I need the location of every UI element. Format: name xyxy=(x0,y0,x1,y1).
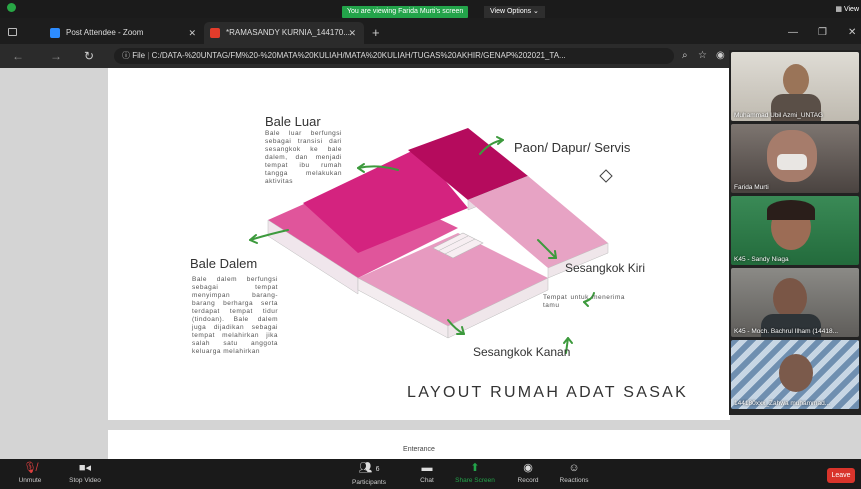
stop-video-button[interactable]: ■◂ Stop Video xyxy=(60,461,110,484)
new-tab-icon[interactable]: + xyxy=(372,22,380,44)
close-icon[interactable]: ✕ xyxy=(348,22,356,44)
record-button[interactable]: ◉ Record xyxy=(508,461,548,484)
security-shield-icon[interactable] xyxy=(7,3,16,12)
avatar xyxy=(783,64,809,96)
paon-title: Paon/ Dapur/ Servis xyxy=(514,140,631,155)
tab-pdf-document[interactable]: *RAMASANDY KURNIA_144170... ✕ xyxy=(204,22,364,44)
pdf-favicon-icon xyxy=(210,28,220,38)
chat-icon: ▬ xyxy=(421,462,433,474)
sesangkok-kiri-description: Tempat untuk menerima tamu xyxy=(543,294,625,309)
view-grid-icon: ▦ xyxy=(835,6,844,13)
pdf-page-2: Enterance xyxy=(108,430,730,459)
share-screen-icon: ⬆ xyxy=(470,462,480,474)
record-icon: ◉ xyxy=(523,462,533,474)
view-options-button[interactable]: View Options ⌄ xyxy=(484,6,545,18)
video-tile[interactable]: Farida Murti xyxy=(731,124,859,193)
video-tile[interactable]: K45 - Moch. Bachrul Ilham (14418... xyxy=(731,268,859,337)
extension-icon[interactable]: ◉ xyxy=(716,49,725,63)
close-icon[interactable]: ✕ xyxy=(188,22,196,44)
layout-heading: LAYOUT RUMAH ADAT SASAK xyxy=(407,384,689,401)
reactions-icon: ☺ xyxy=(568,462,580,474)
pdf-page: Bale Luar Bale luar berfungsi sebagai tr… xyxy=(108,68,730,420)
avatar xyxy=(779,354,813,392)
bale-luar-description: Bale luar berfungsi sebagai transisi dar… xyxy=(265,130,342,185)
chat-button[interactable]: ▬ Chat xyxy=(412,461,442,484)
participant-name: Muhammad Ubil Azmi_UNTAG xyxy=(734,112,824,119)
view-menu-button[interactable]: ▦ View xyxy=(835,5,859,13)
house-layout-illustration xyxy=(249,128,613,354)
tab-post-attendee[interactable]: Post Attendee - Zoom ✕ xyxy=(44,22,204,44)
back-arrow-icon[interactable]: ← xyxy=(12,49,24,63)
zoom-search-icon[interactable]: ⌕ xyxy=(682,49,688,63)
participants-icon: 👥︎ 6 xyxy=(358,462,380,474)
viewing-screen-label: You are viewing Farida Murti's screen xyxy=(342,6,469,18)
url-text: C:/DATA-%20UNTAG/FM%20-%20MATA%20KULIAH/… xyxy=(151,51,566,60)
bale-dalem-title: Bale Dalem xyxy=(190,256,258,271)
participant-name: 144180xxx_Zahwa muhammad... xyxy=(734,400,831,407)
participants-button[interactable]: 👥︎ 6 Participants xyxy=(344,461,394,486)
participant-name: K45 - Sandy Niaga xyxy=(734,256,789,263)
bale-dalem-description: Bale dalem berfungsi sebagai tempat meny… xyxy=(192,276,278,355)
window-close-icon[interactable]: ✕ xyxy=(848,22,856,44)
video-tile[interactable]: Muhammad Ubil Azmi_UNTAG xyxy=(731,52,859,121)
enterance-label: Enterance xyxy=(403,446,435,453)
avatar xyxy=(773,278,807,318)
restore-icon[interactable]: ❐ xyxy=(818,22,827,44)
video-tile[interactable]: 144180xxx_Zahwa muhammad... xyxy=(731,340,859,409)
refresh-icon[interactable]: ↻ xyxy=(84,49,94,63)
share-screen-button[interactable]: ⬆ Share Screen xyxy=(452,461,498,484)
participant-name: Farida Murti xyxy=(734,184,769,191)
favorite-star-icon[interactable]: ☆ xyxy=(698,49,707,63)
url-field[interactable]: ⓘ File | C:/DATA-%20UNTAG/FM%20-%20MATA%… xyxy=(114,48,674,64)
sesangkok-kanan-title: Sesangkok Kanan xyxy=(473,345,571,359)
minimize-icon[interactable]: — xyxy=(788,22,798,44)
video-camera-icon: ■◂ xyxy=(78,462,92,474)
muted-mic-icon: 🎙︎̸ xyxy=(23,462,37,474)
tab-actions-icon[interactable] xyxy=(8,28,17,36)
browser-tab-bar: Post Attendee - Zoom ✕ *RAMASANDY KURNIA… xyxy=(0,18,861,44)
bale-luar-title: Bale Luar xyxy=(265,114,321,129)
reactions-button[interactable]: ☺ Reactions xyxy=(554,461,594,484)
info-icon: ⓘ xyxy=(122,51,133,60)
leave-button[interactable]: Leave xyxy=(827,468,855,483)
unmute-button[interactable]: 🎙︎̸ Unmute xyxy=(10,461,50,484)
participant-video-panel: Muhammad Ubil Azmi_UNTAG Farida Murti K4… xyxy=(729,50,861,415)
sesangkok-kiri-title: Sesangkok Kiri xyxy=(565,261,646,275)
participant-name: K45 - Moch. Bachrul Ilham (14418... xyxy=(734,328,839,335)
video-tile[interactable]: K45 - Sandy Niaga xyxy=(731,196,859,265)
forward-arrow-icon[interactable]: → xyxy=(50,49,62,63)
meeting-toolbar: 🎙︎̸ Unmute ■◂ Stop Video 👥︎ 6 Participan… xyxy=(0,459,861,489)
zoom-banner: You are viewing Farida Murti's screen Vi… xyxy=(0,0,861,18)
zoom-favicon-icon xyxy=(50,28,60,38)
